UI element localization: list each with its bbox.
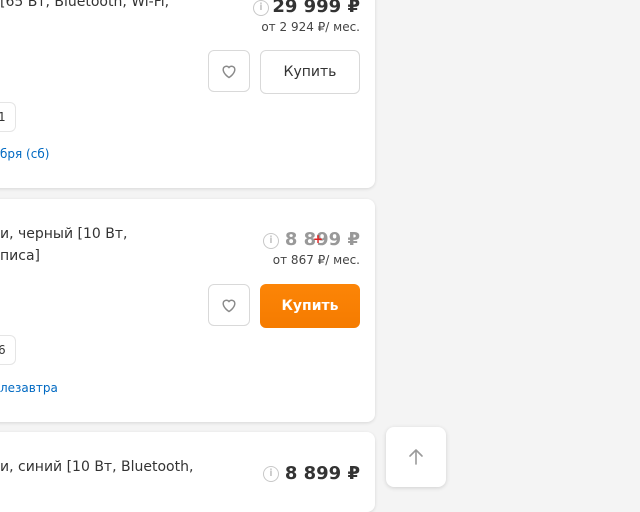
heart-icon [222, 299, 236, 313]
product-title-line2[interactable]: писа] [0, 245, 40, 267]
rating-badge[interactable]: 6 [0, 335, 16, 365]
delivery-date-link[interactable]: лезавтра [0, 381, 58, 395]
product-title[interactable]: [65 Вт, Bluetooth, Wi-Fi, [0, 0, 169, 13]
arrow-up-icon [409, 449, 423, 465]
credit-price[interactable]: от 2 924 ₽/ мес. [261, 20, 360, 34]
info-icon[interactable]: i [263, 233, 279, 249]
product-card: [65 Вт, Bluetooth, Wi-Fi, i 29 999 ₽ от … [0, 0, 375, 188]
credit-price[interactable]: от 867 ₽/ мес. [273, 253, 360, 267]
favorite-button[interactable] [208, 50, 250, 92]
buy-button[interactable]: Купить [260, 50, 360, 94]
rating-badge[interactable]: 1 [0, 102, 16, 132]
product-title[interactable]: и, синий [10 Вт, Bluetooth, [0, 456, 193, 478]
heart-icon [222, 65, 236, 79]
cursor-marker: + [313, 232, 324, 246]
product-card: и, синий [10 Вт, Bluetooth, i 8 899 ₽ [0, 432, 375, 512]
product-price: 8 899 ₽ [284, 463, 360, 484]
scroll-top-button[interactable] [386, 427, 446, 487]
delivery-date-link[interactable]: бря (сб) [0, 147, 49, 161]
product-title[interactable]: и, черный [10 Вт, [0, 223, 127, 245]
product-card: и, черный [10 Вт, писа] i 8 899 ₽ + от 8… [0, 199, 375, 422]
product-price: 29 999 ₽ [272, 0, 360, 17]
buy-button[interactable]: Купить [260, 284, 360, 328]
info-icon[interactable]: i [253, 0, 269, 16]
favorite-button[interactable] [208, 284, 250, 326]
